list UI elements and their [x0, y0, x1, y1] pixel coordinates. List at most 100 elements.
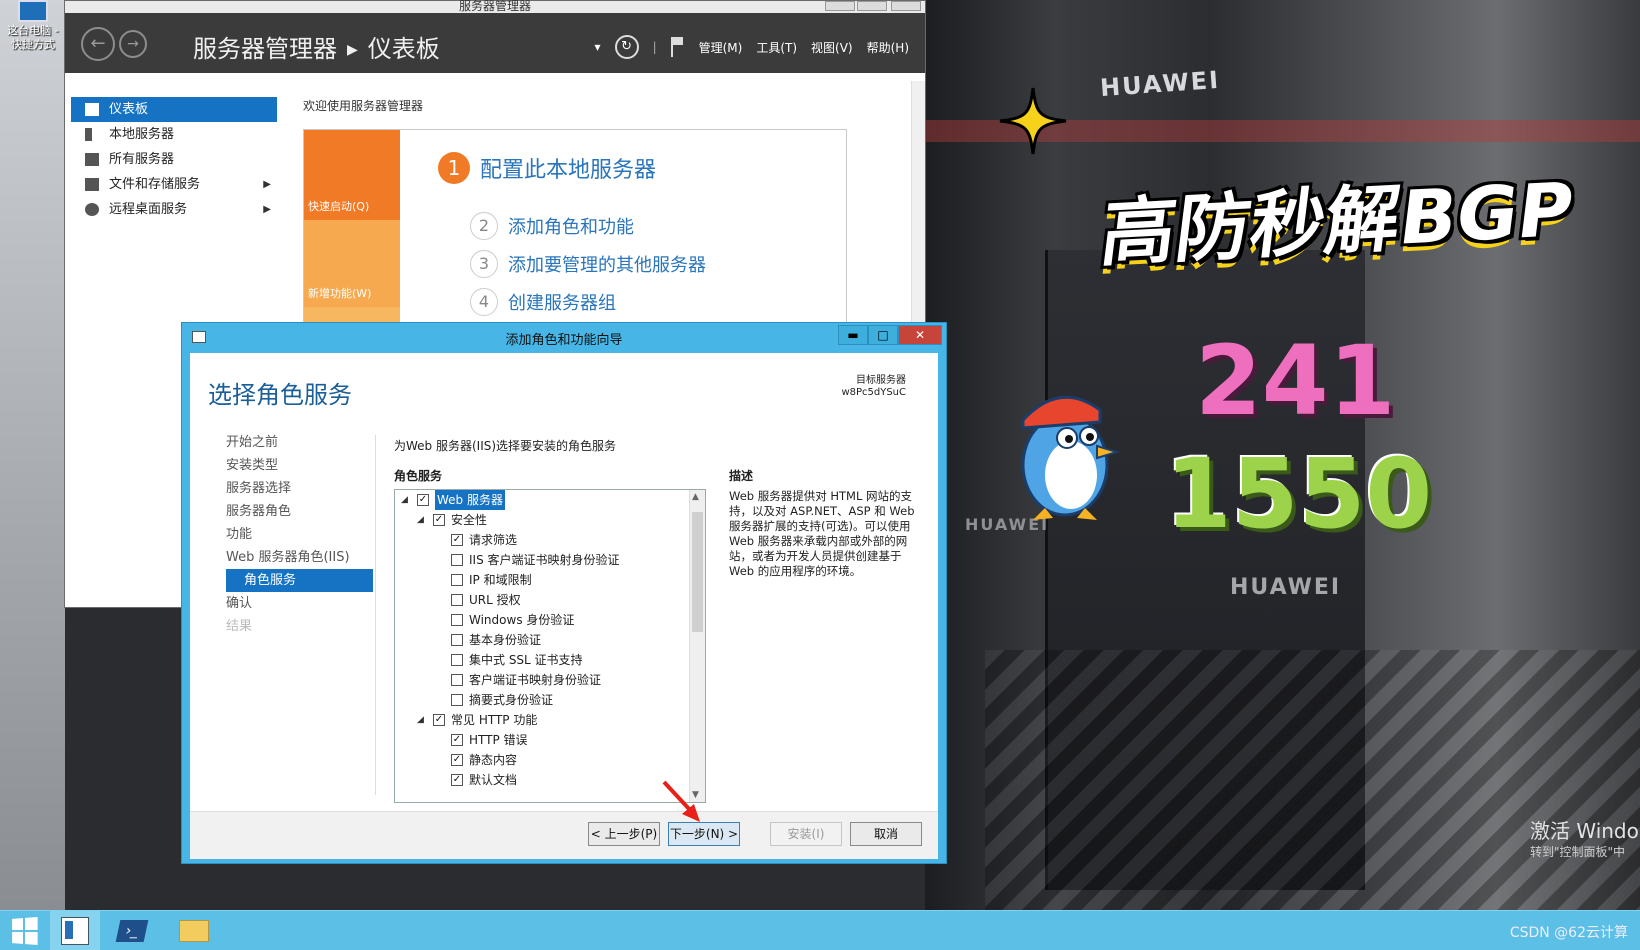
menu-help[interactable]: 帮助(H) — [867, 39, 909, 56]
forward-button[interactable]: → — [119, 30, 147, 58]
description-label: 描述 — [729, 469, 754, 483]
cancel-button[interactable]: 取消 — [850, 822, 922, 846]
step-number: 4 — [470, 288, 498, 316]
close-button[interactable] — [891, 1, 921, 11]
role-service-checkbox[interactable] — [451, 554, 463, 566]
previous-button[interactable]: < 上一步(P) — [588, 822, 660, 846]
notifications-flag-icon[interactable] — [670, 37, 685, 57]
wizard-nav-server-roles[interactable]: 服务器角色 — [226, 500, 373, 523]
role-service-checkbox[interactable]: ✓ — [417, 494, 429, 506]
wizard-nav-web-server-role[interactable]: Web 服务器角色(IIS) — [226, 546, 373, 569]
role-service-checkbox[interactable] — [451, 654, 463, 666]
taskbar-server-manager[interactable] — [50, 911, 100, 950]
menu-tools[interactable]: 工具(T) — [756, 39, 797, 56]
role-service-checkbox[interactable] — [451, 574, 463, 586]
quick-start-panel: 快速启动(Q) 新增功能(W) 1 配置此本地服务器 2 添加角色和功能 3 添… — [303, 129, 847, 329]
role-service-label: 静态内容 — [469, 753, 518, 767]
server-manager-window-title: 服务器管理器 — [458, 0, 531, 13]
close-button[interactable]: ✕ — [898, 325, 942, 345]
sidebar-item-remote-desktop[interactable]: 远程桌面服务 ▶ — [71, 197, 277, 222]
role-services-tree[interactable]: ✓ 默认文档 ✓ 静态内容 ✓ HTTP 错误 ◢ ✓ 常见 HTTP 功能 摘要式身份验证 客户端… — [394, 489, 706, 803]
start-button[interactable] — [0, 911, 48, 950]
step-add-servers[interactable]: 3 添加要管理的其他服务器 — [470, 250, 706, 278]
back-button[interactable]: ← — [81, 27, 115, 61]
folder-icon — [179, 920, 209, 942]
sidebar-item-file-storage[interactable]: 文件和存储服务 ▶ — [71, 172, 277, 197]
dropdown-caret-icon[interactable]: ▾ — [595, 40, 601, 54]
role-service-label: 安全性 — [451, 513, 488, 527]
step-configure-local-server[interactable]: 1 配置此本地服务器 — [438, 152, 656, 184]
tree-scrollbar[interactable]: ▲ ▼ — [689, 490, 705, 802]
step-add-roles[interactable]: 2 添加角色和功能 — [470, 212, 634, 240]
desktop-area: 这台电脑 - 快捷方式 — [0, 0, 65, 910]
role-service-checkbox[interactable]: ✓ — [433, 714, 445, 726]
role-service-checkbox[interactable]: ✓ — [433, 514, 445, 526]
role-service-checkbox[interactable] — [451, 634, 463, 646]
step-create-group[interactable]: 4 创建服务器组 — [470, 288, 616, 316]
activate-windows-subtext: 转到"控制面板"中 — [1530, 845, 1626, 859]
menu-manage[interactable]: 管理(M) — [699, 39, 743, 56]
role-service-checkbox[interactable]: ✓ — [451, 734, 463, 746]
sidebar-item-label: 文件和存储服务 — [109, 177, 201, 192]
remote-desktop-icon — [85, 203, 99, 216]
wizard-nav-before-you-begin[interactable]: 开始之前 — [226, 431, 373, 454]
wizard-footer: < 上一步(P) 下一步(N) > 安装(I) 取消 — [190, 811, 938, 859]
maximize-button[interactable] — [857, 1, 887, 11]
sparkle-icon — [999, 87, 1067, 155]
breadcrumb: 服务器管理器 ▶ 仪表板 — [193, 29, 440, 64]
sidebar-item-label: 所有服务器 — [109, 152, 175, 167]
step-number: 1 — [438, 152, 470, 184]
sidebar-item-dashboard[interactable]: 仪表板 — [71, 97, 277, 122]
role-service-checkbox[interactable] — [451, 674, 463, 686]
refresh-icon[interactable]: ↻ — [614, 35, 639, 59]
role-service-checkbox[interactable]: ✓ — [451, 774, 463, 786]
quick-start-tile[interactable]: 快速启动(Q) — [304, 130, 400, 220]
taskbar-file-explorer[interactable] — [170, 911, 218, 950]
red-pointer-arrow-icon — [662, 780, 700, 822]
role-service-label: Web 服务器 — [435, 490, 505, 510]
role-services-label: 角色服务 — [394, 469, 443, 483]
breadcrumb-current: 仪表板 — [367, 35, 440, 63]
wizard-nav-server-selection[interactable]: 服务器选择 — [226, 477, 373, 500]
wizard-heading: 选择角色服务 — [208, 381, 352, 409]
role-service-checkbox[interactable] — [451, 594, 463, 606]
role-service-checkbox[interactable]: ✓ — [451, 534, 463, 546]
this-pc-shortcut[interactable]: 这台电脑 - 快捷方式 — [4, 0, 62, 52]
wizard-nav-features[interactable]: 功能 — [226, 523, 373, 546]
role-service-checkbox[interactable] — [451, 694, 463, 706]
role-service-label: 集中式 SSL 证书支持 — [469, 653, 583, 667]
brand-text-top: HUAWEI — [1099, 65, 1221, 103]
whats-new-tile[interactable]: 新增功能(W) — [304, 220, 400, 307]
wizard-nav-installation-type[interactable]: 安装类型 — [226, 454, 373, 477]
maximize-button[interactable]: □ — [868, 325, 898, 345]
minimize-button[interactable]: ▬ — [838, 325, 868, 345]
breadcrumb-root[interactable]: 服务器管理器 — [193, 35, 337, 63]
sidebar-item-local-server[interactable]: 本地服务器 — [71, 122, 277, 147]
chevron-right-icon: ▶ — [263, 204, 271, 215]
role-service-label: URL 授权 — [469, 593, 521, 607]
role-service-label: 客户端证书映射身份验证 — [469, 673, 602, 687]
quick-start-tile-label: 快速启动(Q) — [308, 200, 370, 213]
role-service-label: 请求筛选 — [469, 533, 518, 547]
expander-icon[interactable]: ◢ — [417, 510, 424, 530]
step-label: 配置此本地服务器 — [480, 158, 657, 183]
role-service-checkbox[interactable] — [451, 614, 463, 626]
wizard-nav-role-services[interactable]: 角色服务 — [226, 569, 373, 592]
taskbar: ›_ CSDN @62云计算 — [0, 910, 1640, 950]
expander-icon[interactable]: ◢ — [417, 710, 424, 730]
promo-number-2: 1550 — [1165, 438, 1433, 550]
sidebar-item-all-servers[interactable]: 所有服务器 — [71, 147, 277, 172]
role-service-checkbox[interactable]: ✓ — [451, 754, 463, 766]
menu-view[interactable]: 视图(V) — [811, 39, 853, 56]
minimize-button[interactable] — [825, 1, 855, 11]
scroll-up-icon[interactable]: ▲ — [692, 492, 699, 502]
taskbar-powershell[interactable]: ›_ — [108, 911, 156, 950]
wizard-nav-results: 结果 — [226, 619, 253, 634]
step-number: 3 — [470, 250, 498, 278]
wizard-nav-confirmation[interactable]: 确认 — [226, 592, 373, 615]
wizard-title: 添加角色和功能向导 — [505, 333, 623, 348]
expander-icon[interactable]: ◢ — [401, 490, 408, 510]
role-service-label: Windows 身份验证 — [469, 613, 575, 627]
scroll-thumb[interactable] — [692, 512, 703, 632]
wizard-intro-text: 为Web 服务器(IIS)选择要安装的角色服务 — [394, 439, 617, 453]
